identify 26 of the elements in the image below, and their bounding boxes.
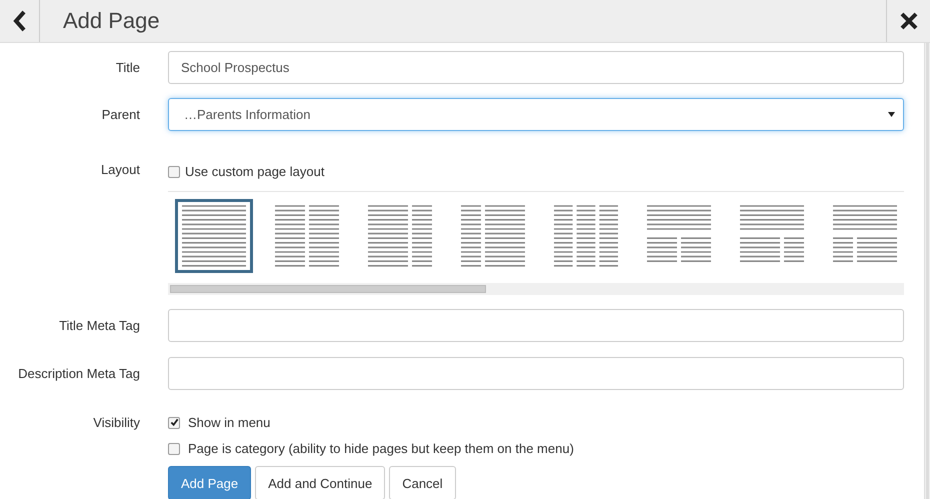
action-button[interactable]: Add Page: [168, 466, 252, 499]
close-icon: [900, 12, 918, 30]
field-label: Visibility: [92, 415, 141, 430]
field-label: Description Meta Tag: [17, 366, 141, 381]
checkbox[interactable]: [168, 416, 180, 428]
input-field[interactable]: School Prospectus: [168, 51, 904, 84]
horizontal-scrollbar[interactable]: [168, 283, 904, 295]
input-field[interactable]: [168, 357, 904, 390]
vertical-scrollbar[interactable]: [924, 43, 930, 499]
action-button[interactable]: Add and Continue: [255, 466, 386, 499]
field-label: Parent: [100, 107, 141, 122]
caret-icon: [888, 112, 895, 117]
parent-select[interactable]: …Parents Information: [168, 98, 904, 131]
field-label: Title: [114, 60, 141, 75]
checkbox-label: Show in menu: [188, 415, 270, 430]
checkbox-label: Use custom page layout: [185, 164, 324, 179]
checkbox[interactable]: [168, 166, 180, 178]
action-button[interactable]: Cancel: [389, 466, 456, 499]
page-title: Add Page: [63, 8, 161, 34]
checkbox[interactable]: [168, 442, 180, 454]
input-field[interactable]: [168, 309, 904, 342]
checkbox-label: Page is category (ability to hide pages but keep them on the menu): [188, 441, 574, 456]
field-label: Layout: [100, 161, 141, 177]
chevron-left-icon: [12, 10, 26, 32]
field-label: Title Meta Tag: [58, 318, 141, 333]
layout-thumbnail[interactable]: [175, 199, 253, 273]
